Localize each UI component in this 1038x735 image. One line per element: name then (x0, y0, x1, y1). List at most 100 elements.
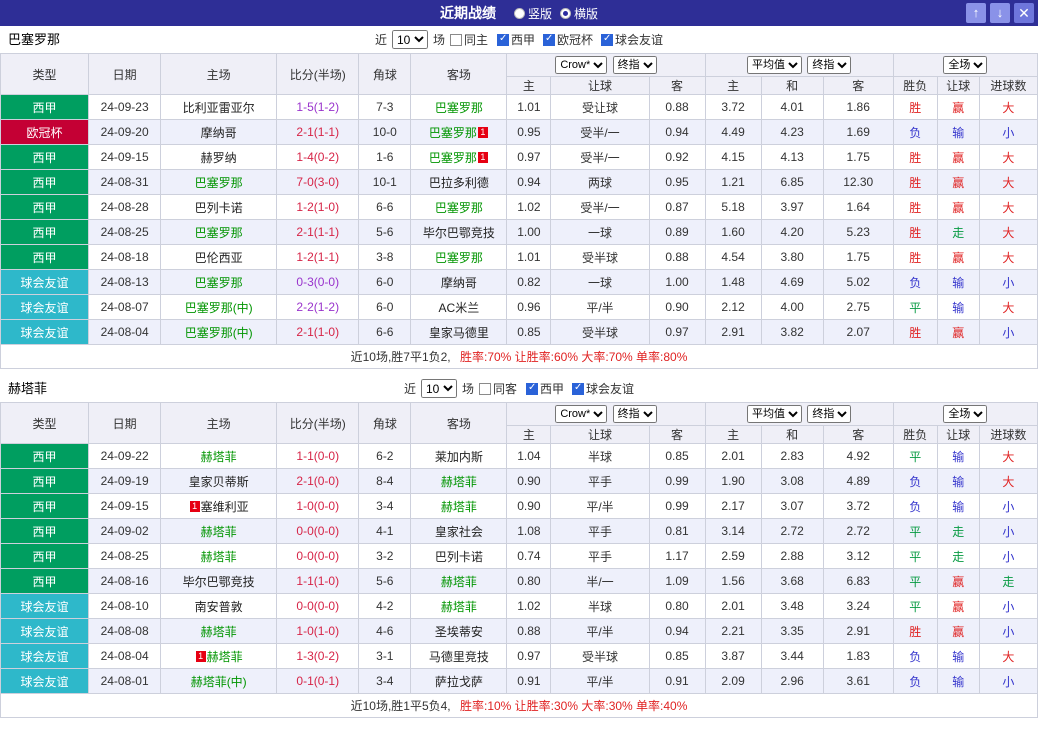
radio-checked-icon[interactable] (560, 7, 571, 19)
home-team-link[interactable]: 巴列卡诺 (195, 201, 243, 215)
bookmaker-select[interactable]: Crow* (555, 56, 608, 74)
avg-stage-select[interactable]: 终指 (807, 56, 852, 74)
average-select[interactable]: 平均值 (746, 56, 802, 74)
league-checkbox[interactable] (601, 33, 614, 46)
home-team-link[interactable]: 赫塔菲 (201, 625, 237, 639)
away-team-link[interactable]: AC米兰 (439, 301, 480, 315)
away-team-link[interactable]: 赫塔菲 (441, 500, 477, 514)
odds-home-cell: 0.97 (506, 643, 552, 669)
league-checkbox[interactable] (543, 33, 556, 46)
home-team-link[interactable]: 赫塔菲(中) (191, 675, 247, 689)
close-button[interactable]: ✕ (1014, 3, 1034, 23)
away-team-link[interactable]: 巴塞罗那 (435, 101, 483, 115)
avg-away-cell: 6.83 (822, 568, 894, 594)
away-team-link[interactable]: 巴塞罗那 (435, 251, 483, 265)
scroll-up-button[interactable]: ↑ (966, 3, 986, 23)
away-team-link[interactable]: 赫塔菲 (441, 600, 477, 614)
subcol-odds-handicap: 让球 (550, 425, 650, 444)
home-team-link[interactable]: 巴伦西亚 (195, 251, 243, 265)
result-goals-cell: 小 (978, 618, 1038, 644)
away-cell: 皇家马德里 (410, 319, 508, 345)
league-cell: 西甲 (0, 493, 90, 519)
home-team-link[interactable]: 巴塞罗那 (195, 176, 243, 190)
section-barcelona: 巴塞罗那 近 10 场 同主 西甲欧冠杯球会友谊 类型 日期 主场 比分(半场) (0, 26, 1038, 369)
odds-home-cell: 0.82 (506, 269, 552, 295)
odds-home-cell: 0.90 (506, 468, 552, 494)
radio-icon[interactable] (513, 7, 525, 19)
league-filter: 西甲 (497, 31, 535, 48)
col-type: 类型 (0, 53, 90, 95)
away-team-link[interactable]: 毕尔巴鄂竞技 (423, 226, 495, 240)
away-team-link[interactable]: 巴塞罗那 (435, 201, 483, 215)
home-team-link[interactable]: 南安普敦 (195, 600, 243, 614)
league-checkbox[interactable] (572, 382, 585, 395)
score-cell: 0-0(0-0) (276, 593, 360, 619)
same-venue-checkbox[interactable] (449, 33, 462, 46)
result-outcome-cell: 负 (892, 119, 938, 145)
home-team-link[interactable]: 巴塞罗那(中) (185, 326, 253, 340)
home-team-link[interactable]: 赫罗纳 (201, 151, 237, 165)
result-handicap-cell: 赢 (936, 568, 980, 594)
home-team-link[interactable]: 赫塔菲 (201, 450, 237, 464)
home-team-link[interactable]: 巴塞罗那 (195, 226, 243, 240)
away-team-link[interactable]: 巴塞罗那 (429, 126, 477, 140)
away-team-link[interactable]: 赫塔菲 (441, 475, 477, 489)
result-handicap-cell: 赢 (936, 244, 980, 270)
odds-away-cell: 0.85 (648, 643, 706, 669)
avg-home-cell: 4.49 (704, 119, 762, 145)
league-checkbox[interactable] (526, 382, 538, 395)
home-team-link[interactable]: 毕尔巴鄂竞技 (183, 575, 255, 589)
score-cell: 1-1(1-0) (276, 568, 360, 594)
scroll-down-button[interactable]: ↓ (990, 3, 1010, 23)
away-team-link[interactable]: 巴塞罗那 (429, 151, 477, 165)
avg-away-cell: 3.61 (822, 668, 894, 694)
away-team-link[interactable]: 莱加内斯 (435, 450, 483, 464)
odds-away-cell: 1.00 (648, 269, 706, 295)
odds-away-cell: 0.85 (648, 443, 706, 469)
home-team-link[interactable]: 比利亚雷亚尔 (183, 101, 255, 115)
average-select[interactable]: 平均值 (746, 405, 802, 423)
odds-home-cell: 0.85 (506, 319, 552, 345)
home-team-link[interactable]: 赫塔菲 (207, 650, 243, 664)
away-team-link[interactable]: 圣埃蒂安 (435, 625, 483, 639)
avg-away-cell: 1.86 (822, 94, 894, 120)
layout-radio-vertical[interactable]: 竖版 (513, 5, 552, 22)
home-team-link[interactable]: 巴塞罗那(中) (185, 301, 253, 315)
bookmaker-select[interactable]: Crow* (555, 405, 608, 423)
avg-away-cell: 3.12 (822, 543, 894, 569)
scope-select[interactable]: 全场 (943, 405, 988, 423)
match-count-select[interactable]: 10 (391, 30, 428, 49)
away-team-link[interactable]: 巴列卡诺 (435, 550, 483, 564)
away-cell: 圣埃蒂安 (410, 618, 508, 644)
home-team-link[interactable]: 巴塞罗那 (195, 276, 243, 290)
away-team-link[interactable]: 马德里竞技 (429, 650, 489, 664)
result-handicap-cell: 走 (936, 219, 980, 245)
odds-stage-select[interactable]: 终指 (612, 56, 657, 74)
scope-select[interactable]: 全场 (943, 56, 988, 74)
avg-home-cell: 2.09 (704, 668, 762, 694)
away-cell: 马德里竞技 (410, 643, 508, 669)
odds-handicap-cell: 半/一 (550, 568, 650, 594)
home-team-link[interactable]: 塞维利亚 (201, 500, 249, 514)
away-team-link[interactable]: 皇家马德里 (429, 326, 489, 340)
home-team-link[interactable]: 赫塔菲 (201, 525, 237, 539)
away-team-link[interactable]: 赫塔菲 (441, 575, 477, 589)
league-checkbox[interactable] (497, 33, 509, 46)
result-handicap-cell: 输 (936, 119, 980, 145)
subcol-avg-draw: 和 (760, 425, 824, 444)
home-team-link[interactable]: 皇家贝蒂斯 (189, 475, 249, 489)
home-team-link[interactable]: 摩纳哥 (201, 126, 237, 140)
away-team-link[interactable]: 皇家社会 (435, 525, 483, 539)
date-cell: 24-09-15 (88, 493, 162, 519)
home-team-link[interactable]: 赫塔菲 (201, 550, 237, 564)
corner-cell: 4-2 (358, 593, 412, 619)
layout-radio-horizontal[interactable]: 横版 (560, 5, 598, 22)
same-venue-checkbox[interactable] (478, 382, 491, 395)
match-count-select[interactable]: 10 (420, 379, 457, 398)
date-cell: 24-09-15 (88, 144, 162, 170)
away-team-link[interactable]: 巴拉多利德 (429, 176, 489, 190)
away-team-link[interactable]: 萨拉戈萨 (435, 675, 483, 689)
avg-stage-select[interactable]: 终指 (807, 405, 852, 423)
odds-stage-select[interactable]: 终指 (612, 405, 657, 423)
away-team-link[interactable]: 摩纳哥 (441, 276, 477, 290)
